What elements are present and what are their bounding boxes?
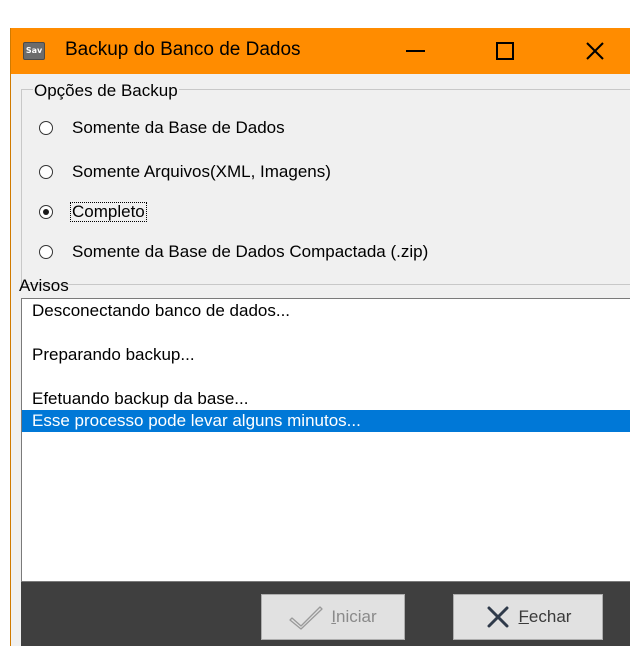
radio-option-files-only[interactable]: Somente Arquivos(XML, Imagens) xyxy=(39,160,333,184)
close-button[interactable] xyxy=(565,28,625,74)
radio-option-complete[interactable]: Completo xyxy=(39,200,147,224)
avisos-label: Avisos xyxy=(19,276,69,295)
window-title: Backup do Banco de Dados xyxy=(65,39,301,60)
iniciar-label: Iniciar xyxy=(331,607,377,626)
radio-option-label: Somente da Base de Dados Compactada (.zi… xyxy=(72,242,429,261)
checkmark-icon xyxy=(289,604,323,630)
title-bar[interactable]: Sav Backup do Banco de Dados xyxy=(11,28,630,74)
minimize-button[interactable] xyxy=(385,28,445,74)
backup-options-legend: Opções de Backup xyxy=(33,81,179,101)
fechar-button[interactable]: Fechar xyxy=(453,594,603,640)
list-item[interactable]: Preparando backup... xyxy=(22,344,630,366)
list-item[interactable]: Efetuando backup da base... xyxy=(22,388,630,410)
radio-option-label: Somente da Base de Dados xyxy=(72,118,285,137)
radio-option-compressed-zip[interactable]: Somente da Base de Dados Compactada (.zi… xyxy=(39,240,430,264)
radio-button-checked-icon[interactable] xyxy=(39,205,53,219)
list-item[interactable] xyxy=(22,322,630,344)
list-item-selected[interactable]: Esse processo pode levar alguns minutos.… xyxy=(22,410,630,432)
radio-button-icon[interactable] xyxy=(39,165,53,179)
fechar-label: Fechar xyxy=(518,607,572,626)
radio-option-label: Completo xyxy=(70,202,147,222)
close-icon xyxy=(586,42,604,60)
radio-option-database-only[interactable]: Somente da Base de Dados xyxy=(39,116,287,140)
maximize-icon xyxy=(496,42,514,60)
radio-button-icon[interactable] xyxy=(39,245,53,259)
iniciar-button[interactable]: Iniciar xyxy=(261,594,405,640)
radio-option-label: Somente Arquivos(XML, Imagens) xyxy=(72,162,331,181)
close-x-icon xyxy=(485,604,511,630)
radio-button-icon[interactable] xyxy=(39,121,53,135)
avisos-listbox[interactable]: Desconectando banco de dados... Preparan… xyxy=(21,298,630,582)
maximize-button[interactable] xyxy=(475,28,535,74)
list-item[interactable]: Desconectando banco de dados... xyxy=(22,300,630,322)
minimize-icon xyxy=(405,50,425,52)
app-icon: Sav xyxy=(23,42,45,60)
list-item[interactable] xyxy=(22,366,630,388)
backup-dialog-window: Sav Backup do Banco de Dados Opções de B… xyxy=(10,28,630,646)
